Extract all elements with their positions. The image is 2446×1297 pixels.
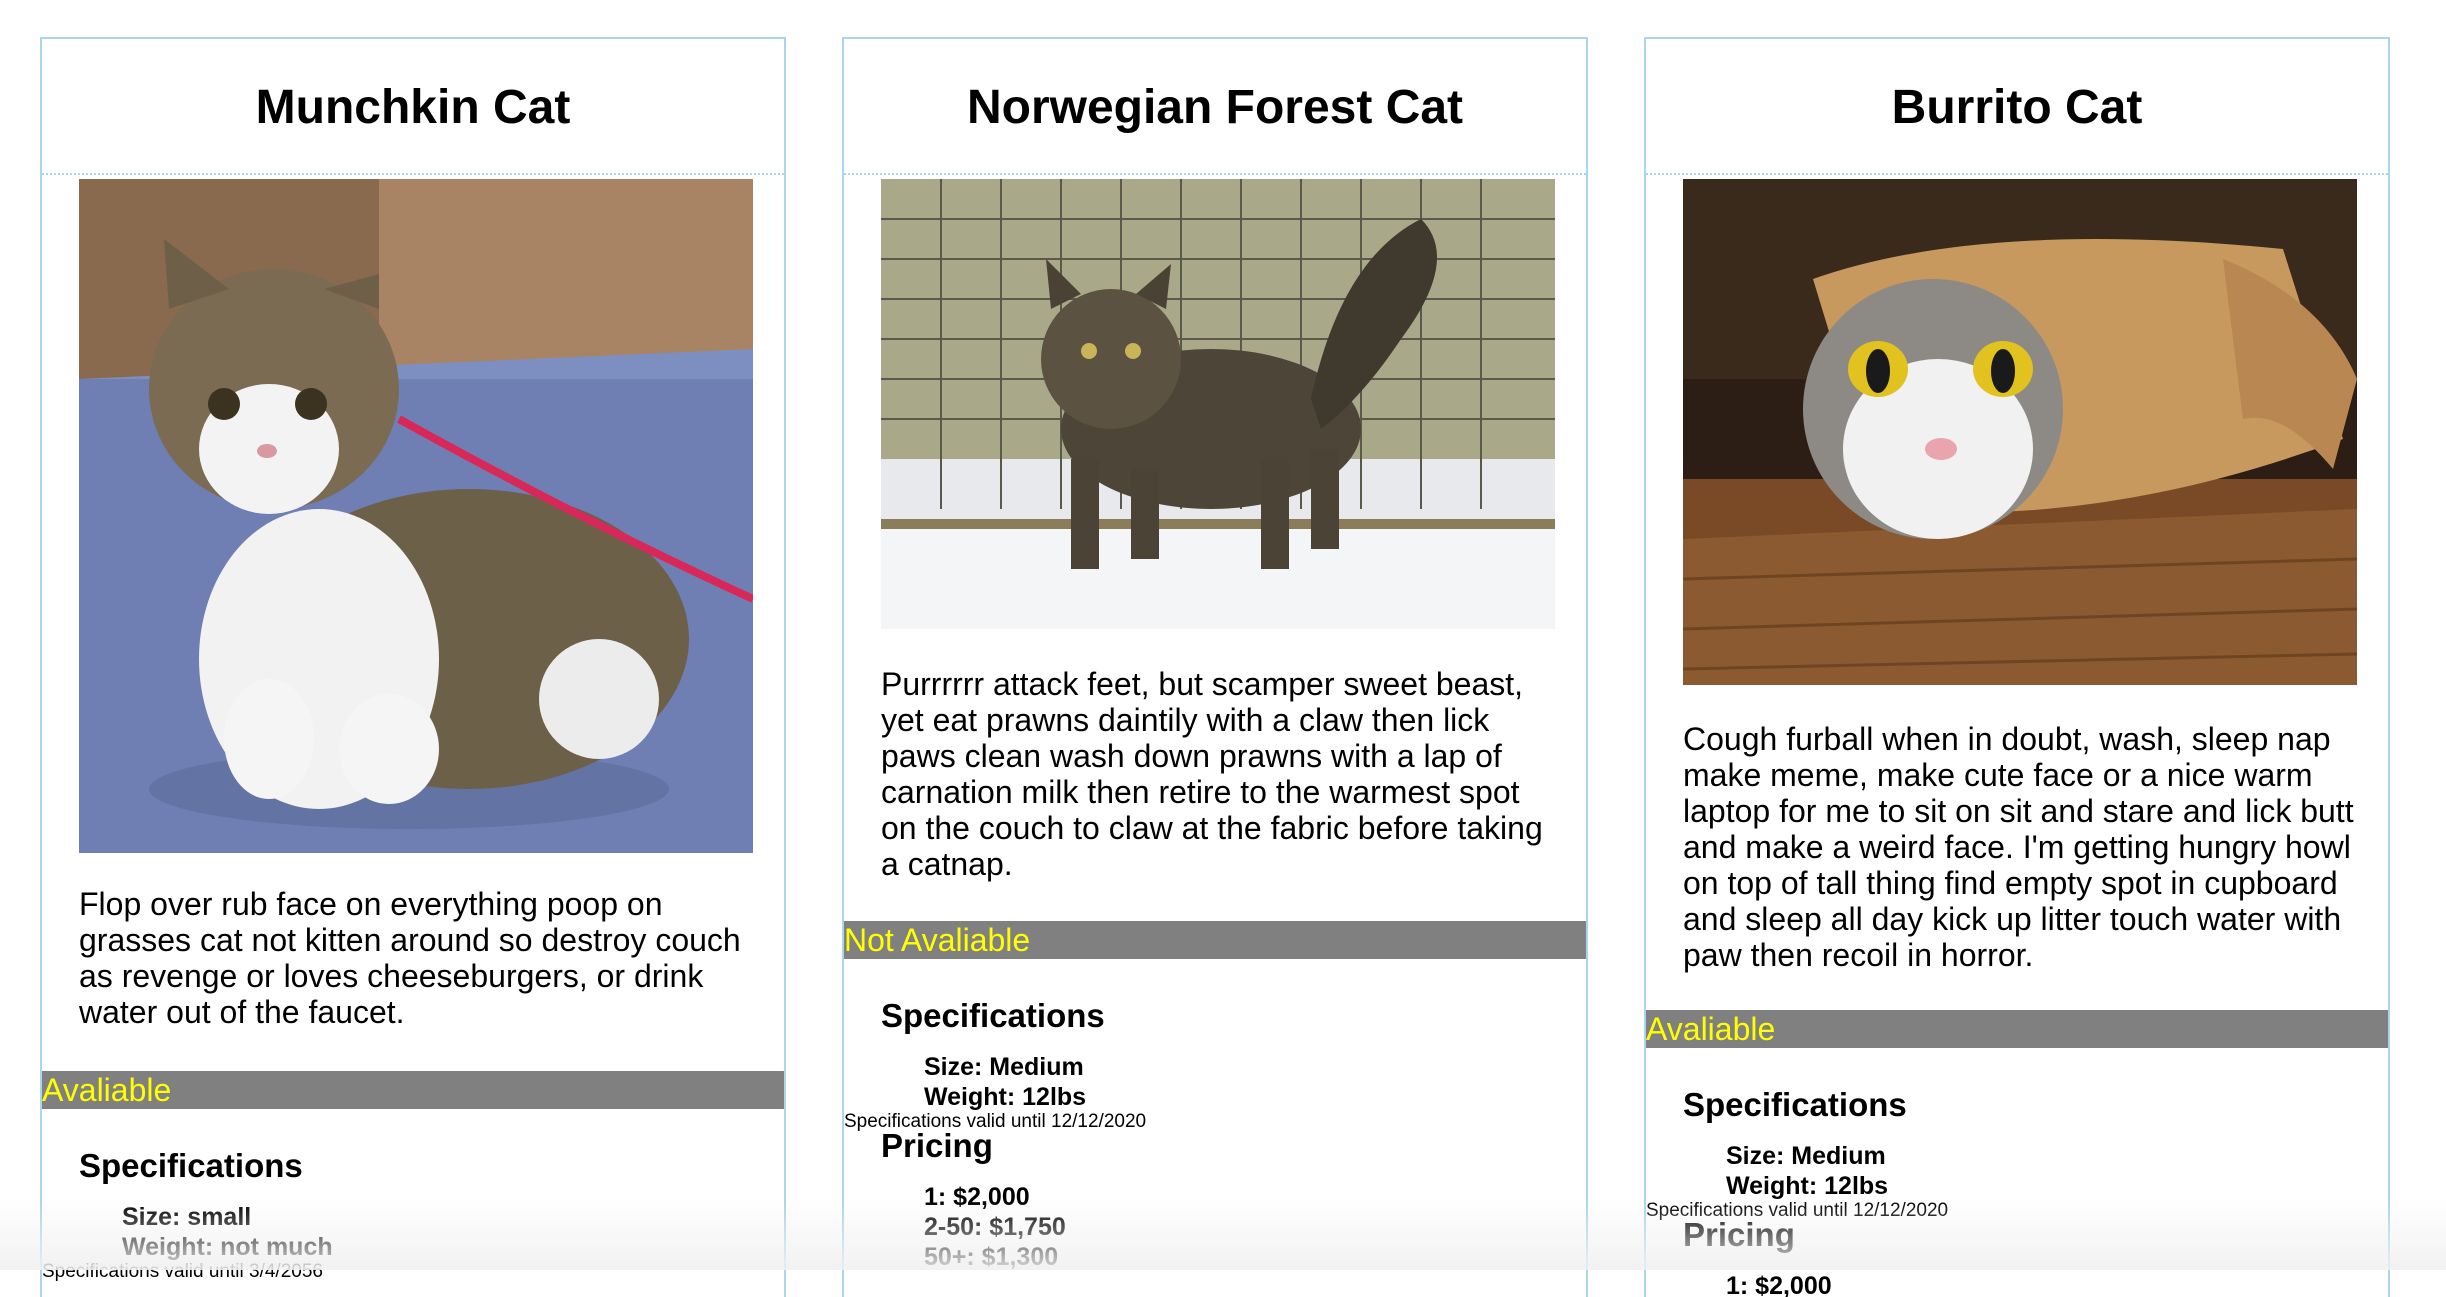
specifications-heading: Specifications — [881, 997, 1105, 1035]
availability-badge: Avaliable — [42, 1071, 784, 1109]
card-description: Cough furball when in doubt, wash, sleep… — [1683, 721, 2363, 973]
norwegian-forest-cat-photo — [881, 179, 1555, 629]
product-card-munchkin: Munchkin Cat Flop over rub face on every… — [40, 37, 786, 1297]
pricing-heading: Pricing — [1683, 1216, 1795, 1254]
price-tier-1: 1: $2,000 — [924, 1183, 1030, 1212]
spec-weight: Weight: 12lbs — [924, 1083, 1086, 1112]
specifications-heading: Specifications — [79, 1147, 303, 1185]
product-card-burrito: Burrito Cat Cough furball when in doubt,… — [1644, 37, 2390, 1297]
availability-badge: Avaliable — [1646, 1010, 2388, 1048]
spec-weight: Weight: 12lbs — [1726, 1172, 1888, 1201]
price-tier-3: 50+: $1,300 — [924, 1243, 1058, 1272]
spec-size: Size: Medium — [924, 1053, 1084, 1082]
burrito-cat-photo — [1683, 179, 2357, 685]
munchkin-cat-photo — [79, 179, 753, 853]
product-card-norwegian-forest: Norwegian Forest Cat — [842, 37, 1588, 1297]
card-description: Flop over rub face on everything poop on… — [79, 886, 759, 1030]
specifications-heading: Specifications — [1683, 1086, 1907, 1124]
price-tier-1: 1: $2,000 — [1726, 1272, 1832, 1297]
spec-size: Size: small — [122, 1203, 251, 1232]
spec-weight: Weight: not much — [122, 1233, 333, 1262]
availability-badge: Not Avaliable — [844, 921, 1586, 959]
pricing-heading: Pricing — [881, 1127, 993, 1165]
card-header: Munchkin Cat — [42, 39, 784, 175]
spec-size: Size: Medium — [1726, 1142, 1886, 1171]
specs-valid-note: Specifications valid until 3/4/2056 — [42, 1261, 323, 1283]
card-title: Burrito Cat — [1892, 78, 2143, 135]
card-header: Norwegian Forest Cat — [844, 39, 1586, 175]
card-description: Purrrrrr attack feet, but scamper sweet … — [881, 666, 1561, 882]
card-title: Munchkin Cat — [256, 78, 571, 135]
price-tier-2: 2-50: $1,750 — [924, 1213, 1066, 1242]
card-header: Burrito Cat — [1646, 39, 2388, 175]
card-title: Norwegian Forest Cat — [967, 78, 1463, 135]
